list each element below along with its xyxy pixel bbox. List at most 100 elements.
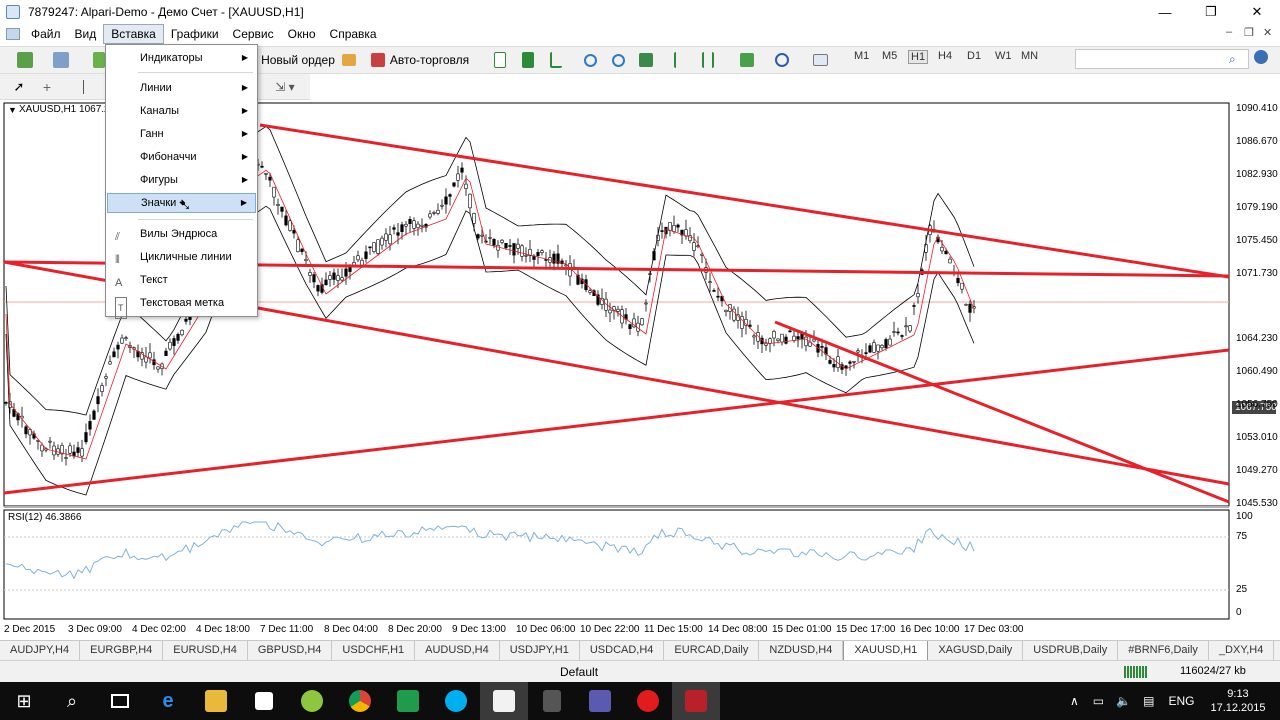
edge-taskbar-button[interactable]: e xyxy=(144,682,192,720)
new-order-button[interactable]: Новый ордер xyxy=(258,49,338,71)
chart-tab[interactable]: EURUSD,H4 xyxy=(163,641,248,661)
chart-tab[interactable]: USDCHF,H1 xyxy=(332,641,416,661)
chart-tab[interactable]: AUDUSD,H4 xyxy=(415,641,500,661)
menu-item-fibonacci[interactable]: Фибоначчи ▶ xyxy=(107,147,256,167)
chart-tab[interactable]: USDJPY,H1 xyxy=(500,641,580,661)
profiles-button[interactable] xyxy=(46,49,76,71)
chart-tab[interactable]: EURGBP,H4 xyxy=(80,641,164,661)
new-chart-button[interactable] xyxy=(8,49,42,71)
chart-tab[interactable]: EUR xyxy=(1274,641,1280,661)
clock[interactable]: 9:13 17.12.2015 xyxy=(1210,687,1265,715)
menu-item-indicators[interactable]: Индикаторы ▶ xyxy=(107,48,256,68)
close-button[interactable]: ✕ xyxy=(1234,0,1280,24)
candlestick-button[interactable] xyxy=(518,49,538,71)
chart-tab[interactable]: EURCAD,Daily xyxy=(664,641,760,661)
menu-item-gann[interactable]: Ганн ▶ xyxy=(107,124,256,144)
volume-icon[interactable]: 🔈 xyxy=(1116,694,1131,708)
auto-trading-button[interactable]: Авто-торговля xyxy=(368,49,472,71)
menu-item-channels[interactable]: Каналы ▶ xyxy=(107,101,256,121)
language-indicator[interactable]: ENG xyxy=(1168,694,1194,708)
arrows-button[interactable]: ⇲ ▾ xyxy=(270,76,300,98)
chart-tab[interactable]: USDRUB,Daily xyxy=(1023,641,1119,661)
minimize-button[interactable]: — xyxy=(1142,0,1188,24)
menu-item-cycle-lines[interactable]: ⦀ Цикличные линии xyxy=(107,247,256,267)
time-tick: 7 Dec 11:00 xyxy=(260,624,314,635)
tile-windows-button[interactable] xyxy=(636,49,656,71)
menu-item-text[interactable]: A Текст xyxy=(107,270,256,290)
menu-tools[interactable]: Сервис xyxy=(226,24,281,44)
trendline-channel-upper[interactable] xyxy=(259,123,1230,279)
menu-item-lines[interactable]: Линии ▶ xyxy=(107,78,256,98)
search-input[interactable] xyxy=(1075,49,1249,69)
mdi-restore-button[interactable]: ❐ xyxy=(1244,26,1254,39)
line-chart-button[interactable] xyxy=(546,49,566,71)
chart-tab[interactable]: GBPUSD,H4 xyxy=(248,641,333,661)
timeframe-h1[interactable]: H1 xyxy=(908,50,929,64)
chart-tab[interactable]: XAUUSD,H1 xyxy=(843,641,929,661)
menu-item-text-label[interactable]: T Текстовая метка xyxy=(107,293,256,319)
store-taskbar-button[interactable] xyxy=(240,682,288,720)
search-icon[interactable]: ⌕ xyxy=(1229,52,1236,67)
candle-body xyxy=(84,432,88,443)
trendline-support[interactable] xyxy=(3,348,1230,495)
auto-trading-icon-button[interactable] xyxy=(340,49,358,71)
tray-chevron-icon[interactable]: ∧ xyxy=(1070,694,1079,708)
network-icon[interactable]: ▭ xyxy=(1093,694,1104,708)
app-taskbar-button[interactable] xyxy=(288,682,336,720)
autoscroll-button[interactable] xyxy=(670,49,690,71)
trendline-steep[interactable] xyxy=(774,320,1230,504)
task-view-button[interactable] xyxy=(96,682,144,720)
periods-button[interactable] xyxy=(766,49,798,71)
notification-icon[interactable]: ▤ xyxy=(1143,694,1154,708)
chart-tab[interactable]: USDCAD,H4 xyxy=(580,641,665,661)
crosshair-button[interactable]: + xyxy=(38,76,56,98)
chart-tab[interactable]: _DXY,H4 xyxy=(1209,641,1275,661)
start-button[interactable]: ⊞ xyxy=(0,682,48,720)
timeframe-mn[interactable]: MN xyxy=(1021,50,1038,62)
metatrader-taskbar-button[interactable] xyxy=(672,682,720,720)
timeframe-m1[interactable]: M1 xyxy=(854,50,869,62)
search-taskbar-button[interactable]: ⌕ xyxy=(48,682,96,720)
chart-tab[interactable]: #BRNF6,Daily xyxy=(1118,641,1209,661)
rsi-tick: 75 xyxy=(1236,531,1248,542)
menu-item-andrews-pitchfork[interactable]: ⫽ Вилы Эндрюса xyxy=(107,224,256,244)
community-icon[interactable] xyxy=(1254,50,1268,64)
restore-button[interactable]: ❐ xyxy=(1188,0,1234,24)
menu-charts[interactable]: Графики xyxy=(164,24,226,44)
chart-tab[interactable]: XAGUSD,Daily xyxy=(928,641,1024,661)
bar-chart-button[interactable] xyxy=(490,49,510,71)
menu-help[interactable]: Справка xyxy=(323,24,384,44)
chart-shift-button[interactable] xyxy=(698,49,718,71)
cursor-button[interactable]: ➚ xyxy=(10,76,28,98)
menu-insert[interactable]: Вставка xyxy=(103,24,164,44)
menu-window[interactable]: Окно xyxy=(281,24,323,44)
calculator-taskbar-button[interactable] xyxy=(528,682,576,720)
price-tick: 1075.450 xyxy=(1236,235,1278,246)
timeframe-d1[interactable]: D1 xyxy=(967,50,981,62)
vertical-line-button[interactable] xyxy=(78,76,88,98)
menu-file[interactable]: Файл xyxy=(24,24,68,44)
indicators-button[interactable] xyxy=(732,49,762,71)
menu-view[interactable]: Вид xyxy=(68,24,104,44)
skype-taskbar-button[interactable] xyxy=(432,682,480,720)
zoom-out-button[interactable] xyxy=(608,49,628,71)
chart-collapse-icon[interactable]: ▼ xyxy=(8,105,17,115)
timeframe-m5[interactable]: M5 xyxy=(882,50,897,62)
timeframe-h4[interactable]: H4 xyxy=(938,50,952,62)
timeframe-w1[interactable]: W1 xyxy=(995,50,1012,62)
alpari-taskbar-button[interactable] xyxy=(480,682,528,720)
mdi-close-button[interactable]: ✕ xyxy=(1263,26,1272,39)
chart-tab[interactable]: NZDUSD,H4 xyxy=(759,641,844,661)
menu-item-shapes[interactable]: Фигуры ▶ xyxy=(107,170,256,190)
zoom-in-button[interactable] xyxy=(580,49,600,71)
chart-window-icon[interactable] xyxy=(6,28,20,40)
visual-studio-taskbar-button[interactable] xyxy=(576,682,624,720)
explorer-taskbar-button[interactable] xyxy=(192,682,240,720)
chart-tab[interactable]: AUDJPY,H4 xyxy=(0,641,81,661)
templates-button[interactable] xyxy=(804,49,836,71)
chrome-taskbar-button[interactable] xyxy=(336,682,384,720)
recorder-taskbar-button[interactable] xyxy=(624,682,672,720)
mdi-minimize-button[interactable]: – xyxy=(1226,26,1232,38)
excel-taskbar-button[interactable] xyxy=(384,682,432,720)
edge-icon: e xyxy=(162,689,174,712)
